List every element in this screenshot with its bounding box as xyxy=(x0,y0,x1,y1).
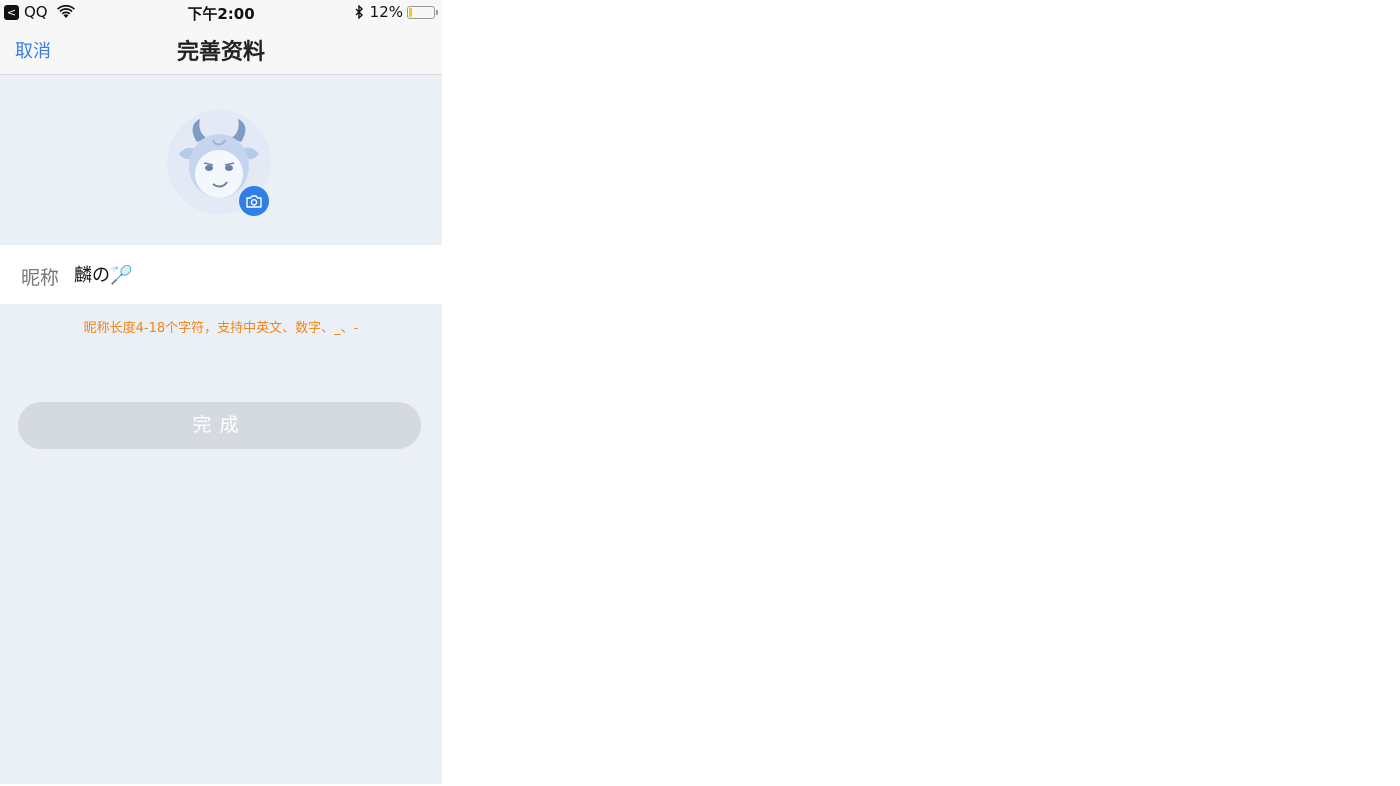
avatar-section[interactable] xyxy=(167,110,273,216)
battery-percent: 12% xyxy=(369,3,403,21)
phone-screen: < QQ 下午2:00 12% 取消 完善资料 昵称 麟の🏸 昵称长度4-18个… xyxy=(0,0,442,784)
change-avatar-button[interactable] xyxy=(239,186,269,216)
status-bar: < QQ 下午2:00 12% xyxy=(0,0,442,24)
nickname-hint: 昵称长度4-18个字符，支持中英文、数字、_、- xyxy=(83,321,359,336)
done-button[interactable]: 完成 xyxy=(18,402,421,449)
battery-level-fill xyxy=(409,7,412,17)
page-title: 完善资料 xyxy=(176,40,265,65)
nickname-input[interactable] xyxy=(74,259,414,289)
bluetooth-icon xyxy=(355,5,363,19)
camera-icon xyxy=(246,194,262,208)
nickname-label: 昵称 xyxy=(21,267,60,289)
battery-icon xyxy=(407,5,438,19)
navigation-bar: 取消 完善资料 xyxy=(0,24,442,75)
nickname-row: 昵称 xyxy=(0,245,442,304)
